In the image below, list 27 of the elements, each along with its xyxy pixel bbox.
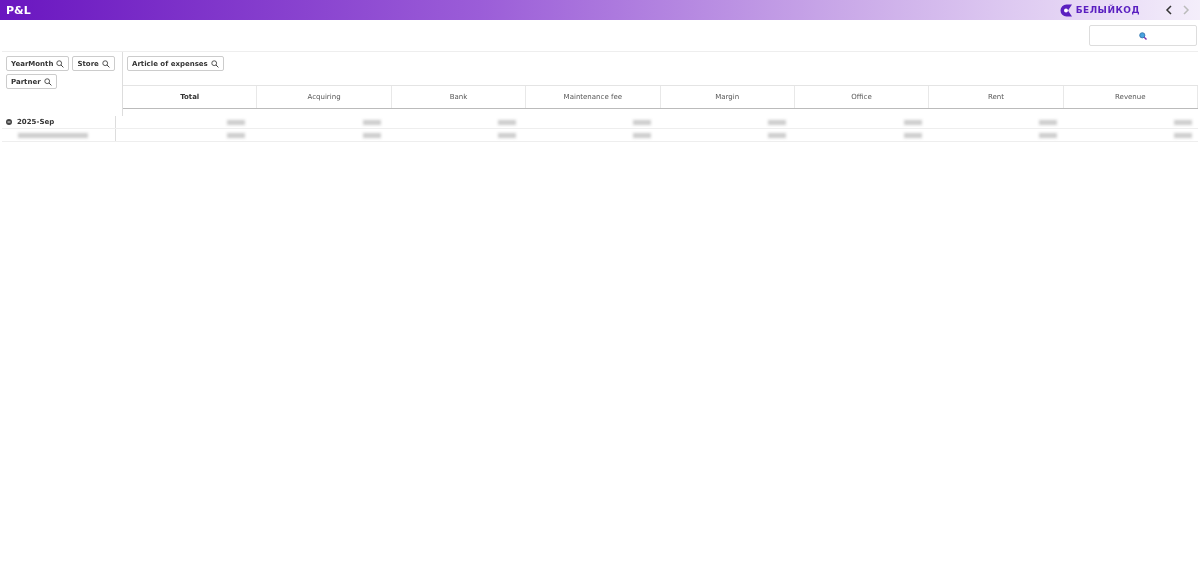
blurred-value — [227, 132, 246, 138]
previous-icon[interactable] — [1165, 5, 1173, 15]
blurred-value — [497, 119, 516, 125]
search-icon — [101, 59, 110, 68]
search-icon — [1139, 31, 1147, 40]
sheet-title: P&L — [6, 3, 31, 17]
blurred-value — [633, 132, 651, 138]
blurred-value — [633, 119, 651, 125]
blurred-value — [1038, 132, 1057, 138]
blurred-value — [768, 132, 787, 138]
search-icon — [56, 59, 65, 68]
blurred-value — [1174, 132, 1192, 138]
collapse-icon[interactable] — [6, 119, 12, 125]
blurred-value — [497, 132, 516, 138]
blurred-value — [768, 119, 787, 125]
blurred-value — [1174, 119, 1192, 125]
blurred-value — [1038, 119, 1057, 125]
blurred-value — [903, 132, 922, 138]
blurred-value — [903, 119, 922, 125]
search-icon — [43, 77, 52, 86]
blurred-value — [362, 132, 381, 138]
blurred-row-label — [18, 132, 88, 138]
search-icon — [210, 59, 219, 68]
logo-text: БЕЛЫЙКОД — [1075, 5, 1140, 15]
logo-icon — [1059, 3, 1073, 17]
blurred-value — [362, 119, 381, 125]
blurred-value — [227, 119, 246, 125]
